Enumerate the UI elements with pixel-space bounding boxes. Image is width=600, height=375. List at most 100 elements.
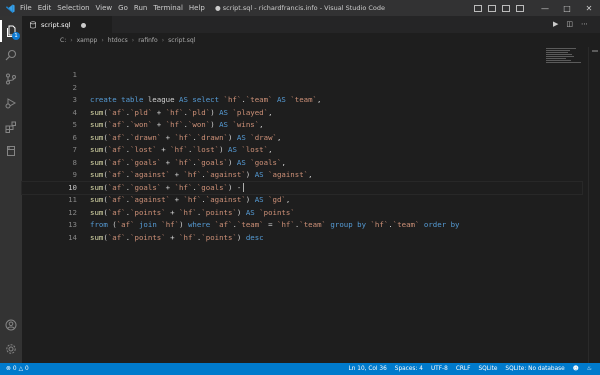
line-number: 7 (72, 145, 77, 154)
customize-layout-icon[interactable] (516, 4, 524, 12)
encoding[interactable]: UTF-8 (431, 366, 448, 372)
code-editor[interactable]: 1 2 3 create table league AS select `hf`.`t… (21, 47, 600, 363)
chevron-right-icon: › (101, 36, 104, 44)
line-number: 3 (72, 95, 77, 104)
line-code: sum(`af`.`goals` + `hf`.`goals`) AS `goa… (90, 157, 286, 167)
extensions-icon[interactable] (0, 116, 22, 138)
activity-bar: 1 (0, 16, 22, 363)
code-line[interactable]: 8 sum(`af`.`goals` + `hf`.`goals`) AS `go… (22, 157, 582, 170)
line-code: sum(`af`.`against` + `hf`.`against`) AS … (90, 170, 313, 179)
line-number: 8 (72, 157, 77, 167)
line-number: 10 (68, 182, 77, 192)
line-code: sum(`af`.`lost` + `hf`.`lost`) AS `lost`… (90, 145, 273, 154)
breadcrumb-item[interactable]: rafinfo (138, 37, 158, 44)
code-line[interactable]: 12 sum(`af`.`points` + `hf`.`points`) AS … (22, 207, 582, 220)
code-line[interactable]: 7 sum(`af`.`lost` + `hf`.`lost`) AS `lost… (22, 144, 582, 157)
manage-gear-icon[interactable] (0, 338, 22, 360)
notifications-bell-icon[interactable]: ♨ (587, 366, 592, 372)
vscode-logo-icon (0, 0, 20, 16)
chevron-right-icon: › (161, 36, 165, 44)
line-number: 11 (68, 195, 77, 204)
close-button[interactable]: ✕ (578, 0, 600, 16)
code-line[interactable]: 5 sum(`af`.`won` + `hf`.`won`) AS `wins`, (22, 119, 582, 132)
menu-run[interactable]: Run (134, 4, 153, 12)
breadcrumb-item[interactable]: C: (60, 37, 66, 44)
code-line[interactable]: 2 (22, 82, 582, 95)
toggle-secondary-sidebar-icon[interactable] (502, 4, 510, 12)
line-code: sum(`af`.`drawn` + `hf`.`drawn`) AS `dra… (90, 132, 282, 142)
line-code: sum(`af`.`won` + `hf`.`won`) AS `wins`, (90, 120, 264, 129)
chevron-right-icon: › (131, 36, 135, 44)
code-line[interactable]: 10 sum(`af`.`goals` + `hf`.`goals`) - (21, 180, 583, 195)
menu-terminal[interactable]: Terminal (153, 4, 189, 12)
line-code: sum(`af`.`pld` + `hf`.`pld`) AS `played`… (90, 107, 273, 117)
line-number: 12 (68, 207, 77, 217)
breadcrumb-item[interactable]: xampp (77, 37, 98, 44)
database-file-icon (30, 21, 36, 29)
code-line[interactable]: 13 from (`af` join `hf`) where `af`.`team… (22, 219, 582, 232)
line-number: 9 (72, 170, 77, 179)
code-line[interactable]: 6 sum(`af`.`drawn` + `hf`.`drawn`) AS `dr… (22, 132, 582, 145)
unsaved-dot-icon[interactable] (80, 22, 86, 28)
line-number: 5 (72, 120, 77, 129)
status-bar: ⊗ 0 △ 0 Ln 10, Col 36 Spaces: 4 UTF-8 CR… (0, 363, 600, 375)
cursor-position[interactable]: Ln 10, Col 36 (349, 366, 387, 372)
toggle-sidebar-icon[interactable] (474, 4, 482, 12)
split-editor-icon[interactable]: ◫ (566, 20, 573, 28)
tab-script-sql[interactable]: script.sql (22, 16, 112, 33)
run-debug-icon[interactable] (0, 92, 22, 114)
database-status[interactable]: SQLite: No database (505, 366, 564, 372)
explorer-badge: 1 (12, 32, 20, 40)
code-line[interactable]: 14 sum(`af`.`points` + `hf`.`points`) des… (22, 232, 582, 245)
explorer-icon[interactable]: 1 (0, 20, 22, 42)
line-code: sum(`af`.`points` + `hf`.`points`) AS `p… (90, 207, 295, 217)
vertical-scrollbar[interactable] (588, 47, 600, 363)
menu-bar: File Edit Selection View Go Run Terminal… (20, 4, 211, 12)
chevron-right-icon: › (70, 36, 73, 44)
line-code: sum(`af`.`points` + `hf`.`points`) desc (90, 232, 264, 242)
warning-count: 0 (25, 366, 29, 372)
tab-label: script.sql (41, 21, 71, 29)
minimize-button[interactable]: — (534, 0, 556, 16)
menu-selection[interactable]: Selection (57, 4, 95, 12)
code-line[interactable]: 1 (22, 69, 582, 82)
line-number: 2 (72, 82, 77, 92)
error-count: 0 (12, 366, 17, 372)
code-line[interactable]: 3 create table league AS select `hf`.`tea… (22, 94, 582, 107)
line-number: 6 (72, 132, 77, 142)
menu-view[interactable]: View (96, 4, 119, 12)
code-line[interactable]: 11 sum(`af`.`against` + `hf`.`against`) A… (22, 194, 582, 207)
line-code: from (`af` join `hf`) where `af`.`team` … (90, 220, 460, 229)
feedback-icon[interactable]: ☻ (573, 366, 579, 372)
line-code: sum(`af`.`goals` + `hf`.`goals`) - (90, 182, 245, 195)
line-ending[interactable]: CRLF (456, 366, 471, 372)
database-icon[interactable] (0, 140, 22, 162)
breadcrumb-file[interactable]: script.sql (168, 37, 195, 44)
run-query-icon[interactable]: ▶ (553, 20, 558, 28)
toggle-panel-icon[interactable] (488, 4, 496, 12)
code-line[interactable]: 4 sum(`af`.`pld` + `hf`.`pld`) AS `played… (22, 107, 582, 120)
search-icon[interactable] (0, 44, 22, 66)
warning-icon: △ (18, 366, 24, 372)
menu-go[interactable]: Go (118, 4, 134, 12)
text-cursor (243, 183, 245, 192)
menu-edit[interactable]: Edit (38, 4, 58, 12)
indentation[interactable]: Spaces: 4 (395, 366, 423, 372)
language-mode[interactable]: SQLite (478, 366, 497, 372)
more-actions-icon[interactable]: ⋯ (581, 20, 588, 28)
line-number: 13 (68, 220, 77, 229)
line-number: 1 (72, 70, 77, 79)
breadcrumb: C: › xampp › htdocs › rafinfo › script.sql (22, 33, 600, 47)
problems-indicator[interactable]: ⊗ 0 △ 0 (6, 366, 29, 372)
error-icon: ⊗ (6, 366, 11, 372)
source-control-icon[interactable] (0, 68, 22, 90)
menu-file[interactable]: File (20, 4, 38, 12)
line-number: 4 (72, 107, 77, 117)
code-line[interactable]: 9 sum(`af`.`against` + `hf`.`against`) AS… (22, 169, 582, 182)
menu-help[interactable]: Help (189, 4, 211, 12)
maximize-button[interactable]: □ (556, 0, 578, 16)
accounts-icon[interactable] (0, 314, 22, 336)
tab-bar: script.sql ▶ ◫ ⋯ (22, 16, 600, 33)
breadcrumb-item[interactable]: htdocs (108, 37, 128, 44)
title-bar: File Edit Selection View Go Run Terminal… (0, 0, 600, 16)
